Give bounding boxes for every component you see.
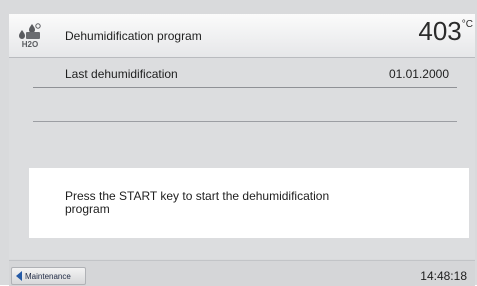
clock: 14:48:18: [420, 269, 467, 283]
left-arrow-icon: [16, 271, 22, 281]
last-dehumidification-value: 01.01.2000: [388, 67, 449, 81]
page-title: Dehumidification program: [65, 29, 202, 43]
message-text: Press the START key to start the dehumid…: [65, 189, 330, 216]
screen: H2O Dehumidification program 403°C Last …: [0, 0, 477, 286]
svg-text:H2O: H2O: [22, 40, 38, 48]
divider: [33, 87, 457, 88]
temperature-display: 403°C: [418, 18, 473, 44]
temperature-unit: °C: [461, 19, 473, 30]
back-button-label: Maintenance: [25, 271, 71, 281]
content-area: Last dehumidification 01.01.2000 Press t…: [9, 58, 475, 259]
header-bar: H2O Dehumidification program 403°C: [9, 14, 475, 58]
maintenance-back-button[interactable]: Maintenance: [11, 267, 86, 285]
divider: [33, 121, 457, 122]
temperature-value: 403: [418, 16, 462, 46]
last-dehumidification-label: Last dehumidification: [65, 67, 178, 81]
message-box: Press the START key to start the dehumid…: [29, 168, 469, 238]
footer-bar: Maintenance 14:48:18: [9, 260, 475, 286]
water-drop-h2o-icon: H2O: [19, 23, 41, 48]
